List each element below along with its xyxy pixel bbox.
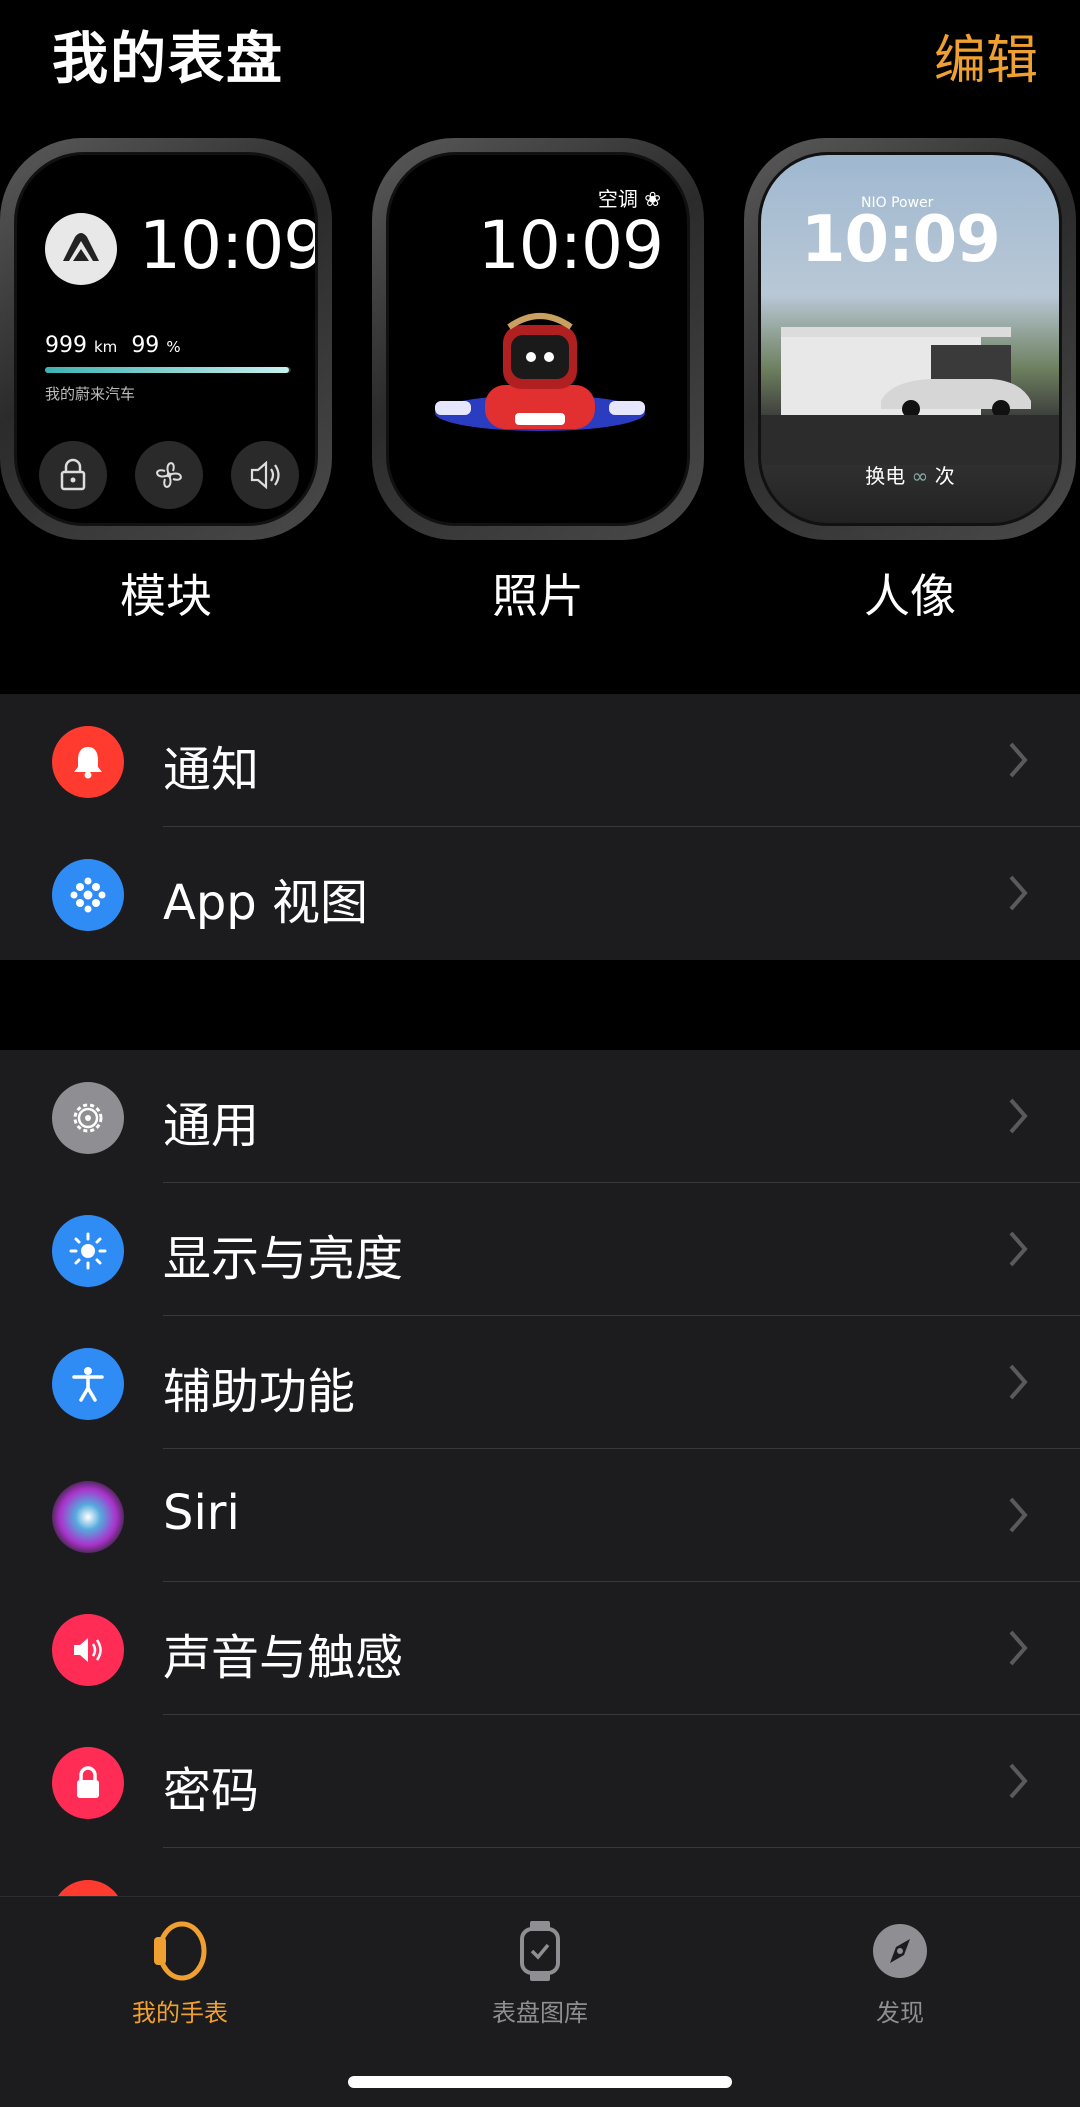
nio-logo-icon <box>45 213 117 285</box>
home-indicator[interactable] <box>348 2076 732 2088</box>
chevron-right-icon <box>1009 742 1028 778</box>
chevron-right-icon <box>1009 1231 1028 1267</box>
row-label: 通用 <box>163 1098 260 1154</box>
tab-label: 表盘图库 <box>492 1999 588 2027</box>
watch-screen: 10:09 999 km 99 % 我的蔚来汽车 <box>14 152 318 526</box>
bell-icon <box>52 726 124 798</box>
tab-label: 我的手表 <box>132 1999 228 2027</box>
face-label-modular: 模块 <box>120 569 212 623</box>
chevron-right-icon <box>1009 875 1028 911</box>
face-time: 10:09 <box>477 207 664 284</box>
sound-complication <box>231 441 299 509</box>
range-value: 999 <box>45 333 87 358</box>
battery-value: 99 <box>131 333 160 358</box>
battery-bar-fill <box>45 367 289 373</box>
range-readout: 999 km 99 % <box>45 333 181 358</box>
lock-icon <box>52 1747 124 1819</box>
row-notifications[interactable]: 通知 <box>0 694 1080 827</box>
watch-ring-icon <box>154 1921 207 1981</box>
settings-group-main: 通用 显示与亮度 辅助功能 Siri 声音与触感 密码 <box>0 1050 1080 1952</box>
robot-mascot-image <box>435 313 645 431</box>
watch-face-modular[interactable]: 10:09 999 km 99 % 我的蔚来汽车 <box>0 138 332 540</box>
row-siri[interactable]: Siri <box>0 1449 1080 1582</box>
row-accessibility[interactable]: 辅助功能 <box>0 1316 1080 1449</box>
edit-button[interactable]: 编辑 <box>934 18 1038 93</box>
face-label-portrait: 人像 <box>864 569 956 623</box>
app-grid-icon <box>52 859 124 931</box>
watch-screen: 空调 ❀ 10:09 <box>386 152 690 526</box>
page-title: 我的表盘 <box>52 27 284 92</box>
row-label: 辅助功能 <box>163 1364 356 1420</box>
fan-complication <box>135 441 203 509</box>
swap-count: 换电 ∞ 次 <box>761 460 1059 489</box>
row-app-view[interactable]: App 视图 <box>0 827 1080 960</box>
row-general[interactable]: 通用 <box>0 1050 1080 1183</box>
tab-discover[interactable]: 发现 <box>800 1919 1000 2028</box>
siri-icon <box>52 1481 124 1553</box>
row-label: Siri <box>163 1485 240 1541</box>
tab-face-gallery[interactable]: 表盘图库 <box>440 1919 640 2028</box>
lock-complication <box>39 441 107 509</box>
watch-icon <box>520 1921 560 1981</box>
gear-icon <box>52 1082 124 1154</box>
row-display-brightness[interactable]: 显示与亮度 <box>0 1183 1080 1316</box>
watch-screen: NIO Power 10:09 换电 ∞ 次 <box>758 152 1062 526</box>
sun-icon <box>52 1215 124 1287</box>
compass-icon <box>873 1924 927 1978</box>
swap-label: 换电 <box>865 464 906 488</box>
chevron-right-icon <box>1009 1497 1028 1533</box>
chevron-right-icon <box>1009 1364 1028 1400</box>
speaker-icon <box>52 1614 124 1686</box>
accessibility-icon <box>52 1348 124 1420</box>
row-label: App 视图 <box>163 875 369 931</box>
swap-station-image <box>761 327 1059 465</box>
row-label: 通知 <box>163 742 260 798</box>
chevron-right-icon <box>1009 1098 1028 1134</box>
battery-unit: % <box>166 338 181 356</box>
row-passcode[interactable]: 密码 <box>0 1715 1080 1848</box>
owner-label: 我的蔚来汽车 <box>45 385 136 403</box>
row-sounds-haptics[interactable]: 声音与触感 <box>0 1582 1080 1715</box>
infinity-icon: ∞ <box>911 464 929 488</box>
range-unit: km <box>94 338 118 356</box>
tab-label: 发现 <box>876 1999 924 2027</box>
row-label: 密码 <box>163 1763 260 1819</box>
row-label: 显示与亮度 <box>163 1231 404 1287</box>
chevron-right-icon <box>1009 1630 1028 1666</box>
row-label: 声音与触感 <box>163 1630 404 1686</box>
face-time: 10:09 <box>801 203 1001 277</box>
swap-suffix: 次 <box>934 464 955 488</box>
watch-face-photo[interactable]: 空调 ❀ 10:09 <box>372 138 704 540</box>
face-label-photo: 照片 <box>492 569 584 623</box>
tab-my-watch[interactable]: 我的手表 <box>80 1919 280 2028</box>
settings-group-top: 通知 App 视图 <box>0 694 1080 960</box>
battery-bar <box>45 367 291 373</box>
face-time: 10:09 <box>139 207 318 284</box>
watch-face-portrait[interactable]: NIO Power 10:09 换电 ∞ 次 <box>744 138 1076 540</box>
chevron-right-icon <box>1009 1763 1028 1799</box>
